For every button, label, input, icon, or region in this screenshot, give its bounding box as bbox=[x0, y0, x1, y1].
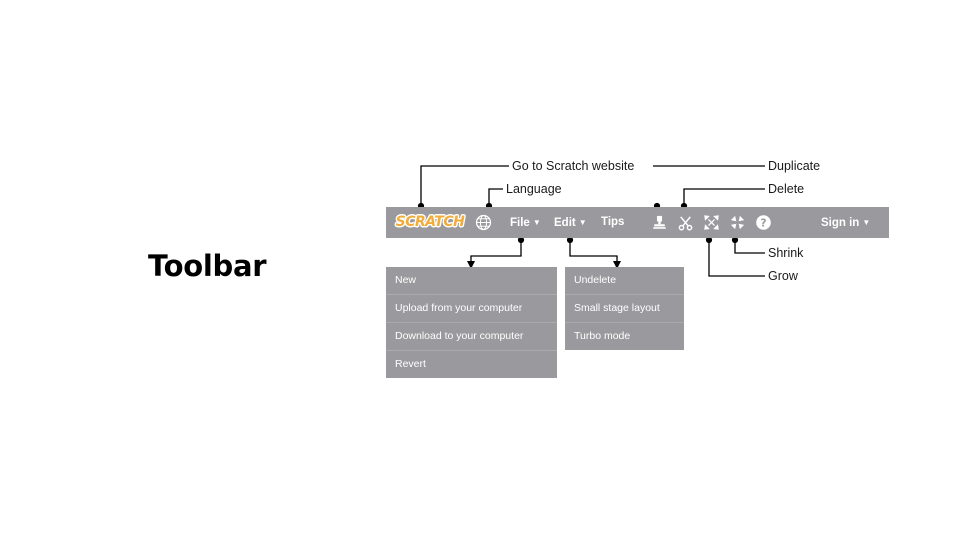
file-dropdown-menu: New Upload from your computer Download t… bbox=[386, 267, 557, 378]
menu-item-new[interactable]: New bbox=[386, 267, 557, 294]
annotation-label-language: Language bbox=[506, 182, 562, 196]
toolbar-menu-tips[interactable]: Tips bbox=[601, 207, 624, 238]
toolbar-menu-tips-label: Tips bbox=[601, 216, 625, 228]
question-mark-icon[interactable]: ? bbox=[755, 214, 772, 231]
annotation-label-delete: Delete bbox=[768, 182, 805, 196]
toolbar-menu-edit[interactable]: Edit ▼ bbox=[554, 207, 587, 238]
toolbar-item-language[interactable] bbox=[475, 207, 492, 238]
shrink-arrows-icon[interactable] bbox=[729, 214, 746, 231]
scissors-icon[interactable] bbox=[677, 214, 694, 231]
chevron-down-icon: ▼ bbox=[532, 218, 541, 227]
stamp-icon[interactable] bbox=[651, 214, 668, 231]
edit-dropdown-menu: Undelete Small stage layout Turbo mode bbox=[565, 267, 684, 350]
toolbar-menu-edit-label: Edit bbox=[554, 217, 576, 229]
scratch-logo-text: SCRATCH bbox=[395, 214, 465, 230]
chevron-down-icon: ▼ bbox=[862, 218, 871, 227]
menu-item-undelete[interactable]: Undelete bbox=[565, 267, 684, 294]
menu-item-revert[interactable]: Revert bbox=[386, 350, 557, 378]
annotation-label-duplicate: Duplicate bbox=[768, 159, 821, 173]
grow-arrows-icon[interactable] bbox=[703, 214, 720, 231]
menu-item-download[interactable]: Download to your computer bbox=[386, 322, 557, 350]
annotation-label-website: Go to Scratch website bbox=[512, 159, 635, 173]
toolbar-menu-file-label: File bbox=[510, 217, 530, 229]
sign-in-label: Sign in bbox=[821, 217, 860, 229]
toolbar-menu-file[interactable]: File ▼ bbox=[510, 207, 541, 238]
scratch-toolbar: SCRATCH File ▼ Edit ▼ Tips ? Sign in ▼ bbox=[386, 207, 889, 238]
slide-canvas: Toolbar Go to Scratch website Language D… bbox=[0, 0, 960, 540]
annotation-label-shrink: Shrink bbox=[768, 246, 804, 260]
globe-icon bbox=[475, 214, 492, 231]
annotation-label-grow: Grow bbox=[768, 269, 798, 283]
sign-in-button[interactable]: Sign in ▼ bbox=[821, 207, 870, 238]
menu-item-turbo-mode[interactable]: Turbo mode bbox=[565, 322, 684, 350]
chevron-down-icon: ▼ bbox=[578, 218, 587, 227]
menu-item-upload[interactable]: Upload from your computer bbox=[386, 294, 557, 322]
page-title: Toolbar bbox=[148, 249, 267, 283]
svg-text:?: ? bbox=[760, 216, 766, 229]
menu-item-small-stage-layout[interactable]: Small stage layout bbox=[565, 294, 684, 322]
scratch-logo[interactable]: SCRATCH bbox=[394, 212, 466, 232]
